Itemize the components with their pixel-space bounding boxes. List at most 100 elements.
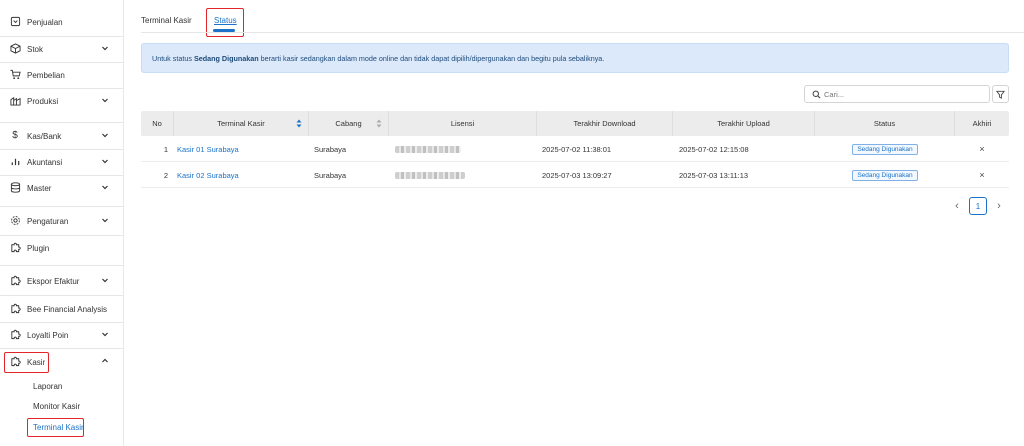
sidebar-item-label: Bee Financial Analysis [27, 304, 108, 314]
prev-page-icon[interactable]: ‹ [949, 198, 965, 214]
col-label: Terminal Kasir [217, 119, 265, 128]
status-badge: Sedang Digunakan [852, 143, 918, 155]
divider [0, 206, 123, 207]
search-box[interactable] [804, 85, 990, 103]
tab-terminal-kasir[interactable]: Terminal Kasir [141, 16, 192, 25]
sidebar-item-label: Master [27, 183, 52, 193]
sidebar-item-label: Produksi [27, 96, 59, 106]
info-suffix: berarti kasir sedangkan dalam mode onlin… [258, 53, 605, 63]
chevron-up-icon [102, 358, 108, 363]
cell-download: 2025-07-03 13:09:27 [542, 170, 612, 180]
divider [0, 265, 123, 266]
puzzle-icon [9, 241, 21, 253]
cart-icon [9, 68, 21, 80]
filter-button[interactable] [992, 85, 1009, 103]
terminal-link[interactable]: Kasir 02 Surabaya [177, 171, 239, 180]
factory-icon [9, 94, 21, 106]
cell-cabang: Surabaya [314, 144, 347, 154]
col-terakhir-upload[interactable]: Terakhir Upload [673, 111, 815, 136]
database-icon [9, 181, 21, 193]
sidebar-item-ekspor-efaktur[interactable]: Ekspor Efaktur [0, 268, 123, 294]
chevron-down-icon [102, 46, 108, 51]
sidebar-item-label: Penjualan [27, 17, 63, 27]
sidebar-item-label: Stok [27, 44, 44, 54]
info-bold: Sedang Digunakan [193, 53, 259, 63]
col-terminal-kasir[interactable]: Terminal Kasir [174, 111, 309, 136]
main-content: Terminal Kasir Status Untuk status Sedan… [124, 0, 1024, 446]
puzzle-icon [9, 274, 21, 286]
chevron-down-icon [102, 185, 108, 190]
cell-no: 1 [163, 144, 168, 154]
col-akhiri[interactable]: Akhiri [955, 111, 1009, 136]
table-row: 2 Kasir 02 Surabaya Surabaya 2025-07-03 … [141, 162, 1009, 188]
sidebar-item-label: Ekspor Efaktur [27, 276, 80, 286]
sidebar-item-loyalti-poin[interactable]: Loyalti Poin [0, 322, 123, 348]
cell-upload: 2025-07-02 12:15:08 [679, 144, 749, 154]
chevron-down-icon [102, 159, 108, 164]
chevron-down-icon [102, 332, 108, 337]
app-root: Penjualan Stok Pembelian Produksi $ Kas/… [0, 0, 1024, 446]
page-number[interactable]: 1 [969, 197, 987, 215]
end-session-close-icon[interactable]: × [979, 144, 984, 154]
search-input[interactable] [824, 89, 984, 99]
sidebar-item-stok[interactable]: Stok [0, 36, 123, 62]
chevron-down-icon [102, 98, 108, 103]
sidebar-subitem-laporan[interactable]: Laporan [33, 382, 62, 391]
sidebar-item-label: Akuntansi [27, 157, 63, 167]
col-status[interactable]: Status [815, 111, 955, 136]
gear-icon [9, 214, 21, 226]
box-icon [9, 42, 21, 54]
cell-download: 2025-07-02 11:38:01 [542, 144, 612, 154]
table-header: No Terminal Kasir Cabang Lisensi Terakhi… [141, 111, 1009, 136]
bar-chart-icon [9, 155, 21, 167]
sidebar-item-label: Plugin [27, 243, 50, 253]
puzzle-icon [9, 328, 21, 340]
cell-cabang: Surabaya [314, 170, 347, 180]
sidebar-item-penjualan[interactable]: Penjualan [0, 9, 123, 35]
sidebar-item-plugin[interactable]: Plugin [0, 235, 123, 261]
next-page-icon[interactable]: › [991, 198, 1007, 214]
info-prefix: Untuk status [152, 53, 194, 63]
sidebar-item-bee-financial-analysis[interactable]: Bee Financial Analysis [0, 296, 123, 322]
terminal-table: No Terminal Kasir Cabang Lisensi Terakhi… [141, 111, 1009, 188]
col-label: Cabang [335, 119, 362, 128]
sidebar-item-produksi[interactable]: Produksi [0, 88, 123, 114]
receipt-icon [9, 15, 21, 27]
sidebar-item-label: Pengaturan [27, 216, 69, 226]
sidebar-subitem-monitor-kasir[interactable]: Monitor Kasir [33, 402, 80, 411]
sidebar-item-kas-bank[interactable]: $ Kas/Bank [0, 123, 123, 149]
chevron-down-icon [102, 218, 108, 223]
sort-icon [376, 119, 382, 128]
sidebar-item-akuntansi[interactable]: Akuntansi [0, 149, 123, 175]
highlight-box [4, 352, 49, 373]
puzzle-icon [9, 302, 21, 314]
terminal-link[interactable]: Kasir 01 Surabaya [177, 145, 239, 154]
table-row: 1 Kasir 01 Surabaya Surabaya 2025-07-02 … [141, 136, 1009, 162]
chevron-down-icon [102, 278, 108, 283]
col-no[interactable]: No [141, 111, 174, 136]
col-cabang[interactable]: Cabang [309, 111, 389, 136]
status-badge: Sedang Digunakan [852, 169, 918, 181]
sidebar-item-label: Pembelian [27, 70, 65, 80]
info-alert: Untuk status Sedang Digunakan berarti ka… [141, 43, 1009, 73]
sort-active-icon [296, 119, 302, 128]
sidebar-item-pengaturan[interactable]: Pengaturan [0, 208, 123, 234]
chevron-down-icon [102, 133, 108, 138]
end-session-close-icon[interactable]: × [979, 170, 984, 180]
sidebar-item-label: Loyalti Poin [27, 330, 69, 340]
sidebar-item-label: Kas/Bank [27, 131, 62, 141]
cell-no: 2 [163, 170, 168, 180]
col-terakhir-download[interactable]: Terakhir Download [537, 111, 673, 136]
pagination: ‹ 1 › [949, 197, 1007, 215]
license-redacted [395, 171, 465, 179]
sidebar: Penjualan Stok Pembelian Produksi $ Kas/… [0, 0, 124, 446]
filter-icon [996, 90, 1005, 99]
license-redacted [395, 145, 461, 153]
search-icon [812, 90, 821, 98]
tabs-divider [141, 32, 1024, 33]
highlight-box [27, 418, 84, 437]
sidebar-item-pembelian[interactable]: Pembelian [0, 62, 123, 88]
cell-upload: 2025-07-03 13:11:13 [679, 170, 749, 180]
sidebar-item-master[interactable]: Master [0, 175, 123, 201]
col-lisensi[interactable]: Lisensi [389, 111, 537, 136]
